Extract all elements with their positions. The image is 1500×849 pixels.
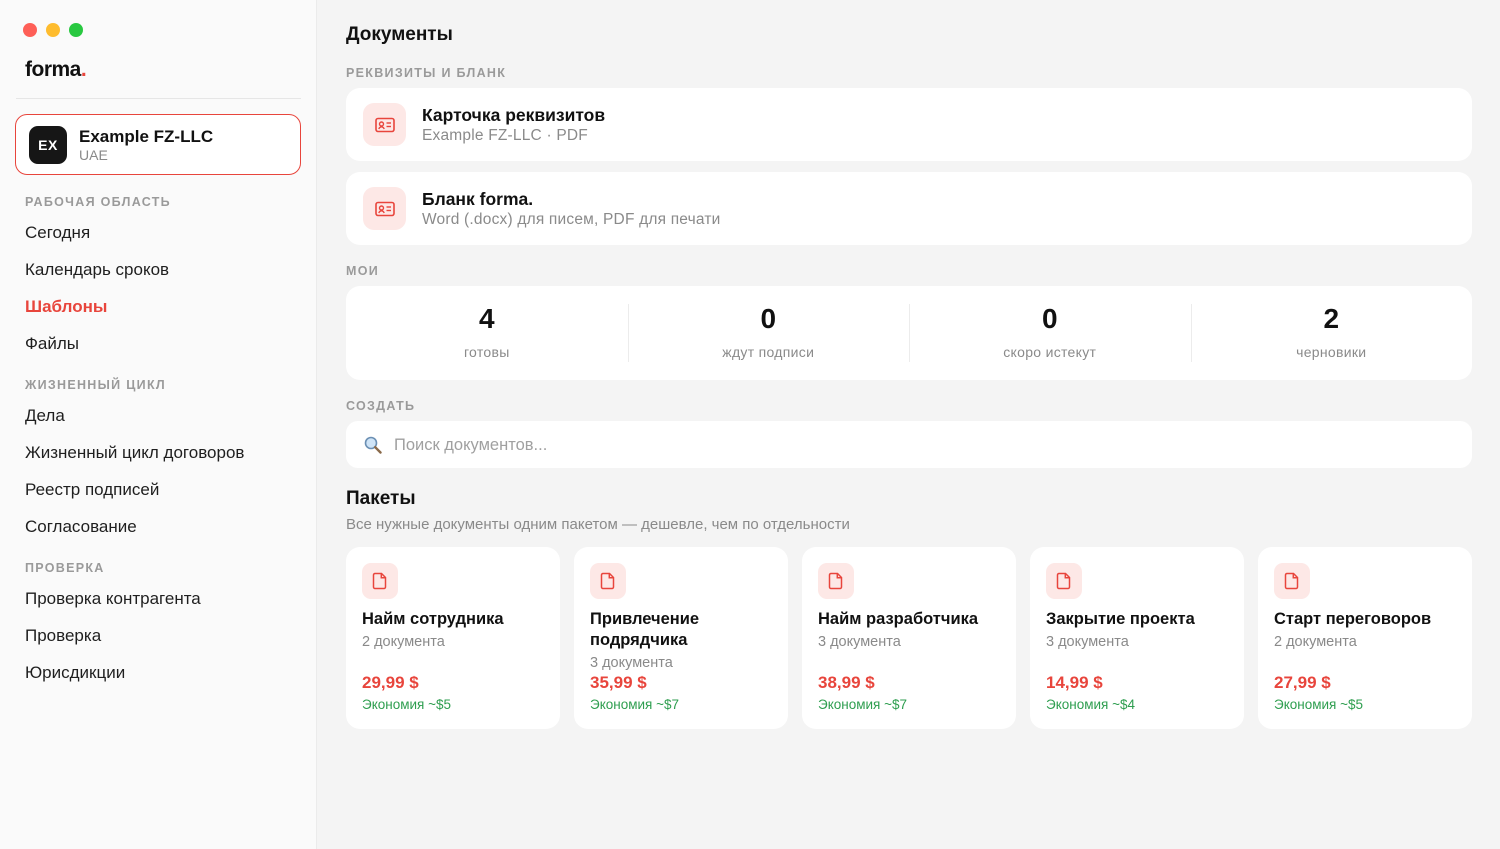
org-switcher[interactable]: EX Example FZ-LLC UAE [15, 114, 301, 175]
letterhead-card[interactable]: Бланк forma. Word (.docx) для писем, PDF… [346, 172, 1472, 245]
section-label-create: СОЗДАТЬ [346, 399, 416, 413]
stat-label: черновики [1296, 344, 1367, 360]
package-card-start-negotiations[interactable]: Старт переговоров 2 документа 27,99 $ Эк… [1258, 547, 1472, 729]
stat-drafts[interactable]: 2 черновики [1190, 286, 1473, 380]
requisites-card-subtitle: Example FZ-LLC · PDF [422, 127, 588, 144]
document-icon [818, 563, 854, 599]
letterhead-card-title: Бланк forma. [422, 189, 534, 209]
package-card-hire-contractor[interactable]: Привлечение подрядчика 3 документа 35,99… [574, 547, 788, 729]
document-icon [362, 563, 398, 599]
package-name: Найм разработчика [818, 610, 979, 628]
package-price: 29,99 $ [362, 673, 419, 692]
package-price: 35,99 $ [590, 673, 647, 692]
stat-label: ждут подписи [722, 344, 815, 360]
package-price: 38,99 $ [818, 673, 875, 692]
stat-awaiting-signature[interactable]: 0 ждут подписи [627, 286, 910, 380]
brand-logo: forma. [25, 58, 87, 81]
document-icon [1274, 563, 1310, 599]
package-savings: Экономия ~$4 [1046, 697, 1136, 712]
package-price: 14,99 $ [1046, 673, 1103, 692]
sidebar: forma. EX Example FZ-LLC UAE РАБОЧАЯ ОБЛ… [0, 0, 317, 849]
stat-value: 2 [1323, 303, 1340, 334]
package-doc-count: 3 документа [590, 655, 673, 671]
letterhead-card-subtitle: Word (.docx) для писем, PDF для печати [422, 211, 721, 228]
window-controls [23, 23, 83, 37]
close-window-button[interactable] [23, 23, 37, 37]
stat-value: 0 [1041, 303, 1058, 334]
org-avatar: EX [29, 126, 67, 164]
sidebar-item-today[interactable]: Сегодня [25, 223, 90, 243]
sidebar-item-jurisdictions[interactable]: Юрисдикции [25, 663, 125, 683]
package-card-close-project[interactable]: Закрытие проекта 3 документа 14,99 $ Эко… [1030, 547, 1244, 729]
package-doc-count: 2 документа [1274, 634, 1357, 650]
search-icon [364, 436, 382, 454]
section-label-mine: МОИ [346, 264, 380, 278]
packages-title: Пакеты [346, 488, 416, 509]
stat-label: готовы [463, 344, 510, 360]
my-documents-stats: 4 готовы 0 ждут подписи 0 скоро истекут … [346, 286, 1472, 380]
document-icon [590, 563, 626, 599]
sidebar-item-counterparty-check[interactable]: Проверка контрагента [25, 589, 201, 609]
sidebar-item-approval[interactable]: Согласование [25, 517, 137, 537]
sidebar-divider [16, 98, 301, 99]
sidebar-item-check[interactable]: Проверка [25, 626, 101, 646]
sidebar-item-contract-lifecycle[interactable]: Жизненный цикл договоров [25, 443, 244, 463]
sidebar-section-lifecycle: ЖИЗНЕННЫЙ ЦИКЛ [25, 378, 166, 392]
sidebar-section-verification: ПРОВЕРКА [25, 561, 105, 575]
stat-ready[interactable]: 4 готовы [346, 286, 628, 380]
search-input[interactable] [394, 430, 1454, 460]
package-savings: Экономия ~$7 [818, 697, 908, 712]
sidebar-item-templates[interactable]: Шаблоны [25, 297, 107, 317]
package-name: Закрытие проекта [1046, 610, 1195, 628]
sidebar-item-cases[interactable]: Дела [25, 406, 65, 426]
package-card-hire-employee[interactable]: Найм сотрудника 2 документа 29,99 $ Экон… [346, 547, 560, 729]
package-price: 27,99 $ [1274, 673, 1331, 692]
package-savings: Экономия ~$5 [1274, 697, 1364, 712]
stat-expiring-soon[interactable]: 0 скоро истекут [909, 286, 1191, 380]
package-name: Найм сотрудника [362, 610, 504, 628]
package-doc-count: 3 документа [1046, 634, 1129, 650]
sidebar-item-deadlines-calendar[interactable]: Календарь сроков [25, 260, 169, 280]
requisites-card[interactable]: Карточка реквизитов Example FZ-LLC · PDF [346, 88, 1472, 161]
stat-value: 4 [478, 303, 495, 334]
id-card-icon [363, 187, 406, 230]
sidebar-section-workspace: РАБОЧАЯ ОБЛАСТЬ [25, 195, 171, 209]
package-name: Привлечение подрядчика [590, 610, 700, 649]
stat-label: скоро истекут [1003, 344, 1097, 360]
maximize-window-button[interactable] [69, 23, 83, 37]
package-doc-count: 3 документа [818, 634, 901, 650]
package-name: Старт переговоров [1274, 610, 1432, 628]
sidebar-item-files[interactable]: Файлы [25, 334, 79, 354]
document-icon [1046, 563, 1082, 599]
minimize-window-button[interactable] [46, 23, 60, 37]
package-card-hire-developer[interactable]: Найм разработчика 3 документа 38,99 $ Эк… [802, 547, 1016, 729]
package-savings: Экономия ~$7 [590, 697, 680, 712]
requisites-card-title: Карточка реквизитов [422, 105, 606, 125]
section-label-requisites: РЕКВИЗИТЫ И БЛАНК [346, 66, 507, 80]
page-title: Документы [346, 24, 453, 45]
package-doc-count: 2 документа [362, 634, 445, 650]
packages-subtitle: Все нужные документы одним пакетом — деш… [346, 516, 850, 533]
document-search [346, 421, 1472, 468]
stat-value: 0 [760, 303, 777, 334]
org-country: UAE [79, 147, 108, 163]
org-name: Example FZ-LLC [79, 127, 214, 146]
sidebar-item-signature-registry[interactable]: Реестр подписей [25, 480, 159, 500]
package-savings: Экономия ~$5 [362, 697, 452, 712]
id-card-icon [363, 103, 406, 146]
